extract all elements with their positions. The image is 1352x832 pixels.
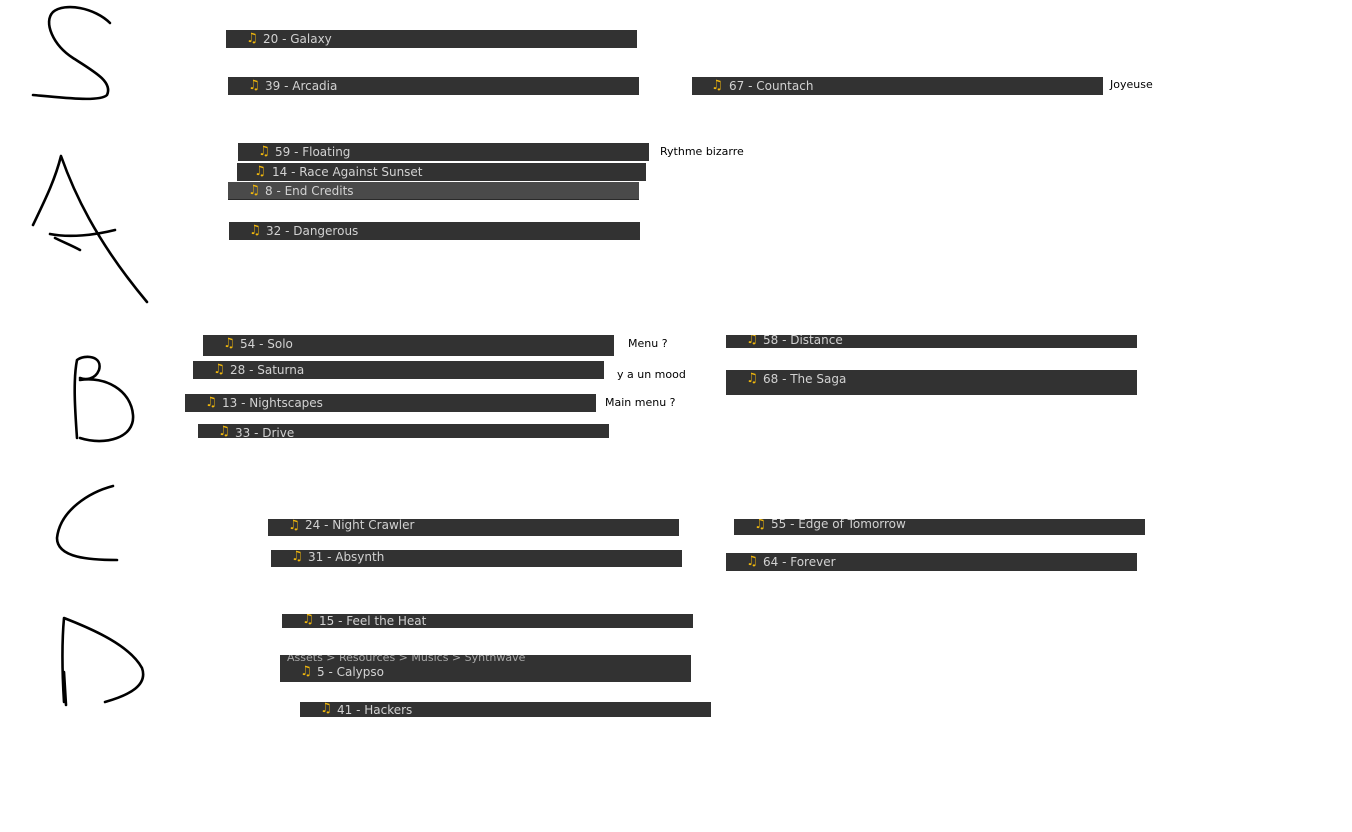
track-race-against-sunset[interactable]: ♫ 14 - Race Against Sunset [237,163,646,181]
music-note-icon: ♫ [300,664,312,679]
track-label: 64 - Forever [763,555,836,569]
track-saturna[interactable]: ♫ 28 - Saturna [193,361,604,379]
track-distance[interactable]: ♫ 58 - Distance [726,335,1137,348]
music-note-icon: ♫ [288,519,300,533]
track-label: 28 - Saturna [230,363,305,377]
track-label: 54 - Solo [240,337,293,351]
track-label: 58 - Distance [763,335,843,347]
music-note-icon: ♫ [320,702,332,716]
music-note-icon: ♫ [754,519,766,532]
track-label: 32 - Dangerous [266,224,359,238]
track-arcadia[interactable]: ♫ 39 - Arcadia [228,77,639,95]
track-label: 15 - Feel the Heat [319,614,427,628]
music-note-icon: ♫ [205,395,217,410]
track-feel-the-heat[interactable]: ♫ 15 - Feel the Heat [282,614,693,628]
track-galaxy[interactable]: ♫ 20 - Galaxy [226,30,637,48]
music-note-icon: ♫ [248,183,260,198]
music-note-icon: ♫ [746,371,758,386]
music-note-icon: ♫ [249,223,261,238]
annotation-rythme-bizarre: Rythme bizarre [660,145,744,158]
tier-letter-s [31,5,112,101]
tier-letter-d [61,616,145,707]
track-label: 59 - Floating [275,145,351,159]
track-floating[interactable]: ♫ 59 - Floating [238,143,649,161]
track-nightscapes[interactable]: ♫ 13 - Nightscapes [185,394,596,412]
track-forever[interactable]: ♫ 64 - Forever [726,553,1137,571]
music-note-icon: ♫ [254,164,266,179]
music-note-icon: ♫ [213,362,225,377]
track-label: 67 - Countach [729,79,814,93]
music-note-icon: ♫ [302,614,314,627]
track-label: 31 - Absynth [308,550,385,564]
track-edge-of-tomorrow[interactable]: ♫ 55 - Edge of Tomorrow [734,519,1145,535]
track-label: 14 - Race Against Sunset [272,165,423,179]
annotation-mood: y a un mood [617,368,686,381]
annotation-main-menu: Main menu ? [605,396,676,409]
track-the-saga[interactable]: ♫ 68 - The Saga [726,370,1137,395]
track-drive[interactable]: ♫ 33 - Drive [198,424,609,438]
track-label: 41 - Hackers [337,703,413,717]
music-note-icon: ♫ [291,550,303,564]
track-label: 33 - Drive [235,426,295,438]
annotation-menu: Menu ? [628,337,668,350]
tier-letter-a [31,154,149,304]
track-label: 55 - Edge of Tomorrow [771,519,906,531]
track-calypso[interactable]: Assets > Resources > Musics > Synthwave … [280,655,691,682]
music-note-icon: ♫ [246,31,258,46]
music-note-icon: ♫ [711,78,723,93]
track-dangerous[interactable]: ♫ 32 - Dangerous [229,222,640,240]
track-label: 24 - Night Crawler [305,519,415,532]
track-label: 5 - Calypso [317,665,384,679]
track-label: 20 - Galaxy [263,32,332,46]
music-note-icon: ♫ [223,336,235,351]
track-countach[interactable]: ♫ 67 - Countach [692,77,1103,95]
track-label: 39 - Arcadia [265,79,338,93]
music-note-icon: ♫ [248,78,260,93]
track-solo[interactable]: ♫ 54 - Solo [203,335,614,356]
tier-letter-b [73,355,135,443]
track-end-credits[interactable]: ♫ 8 - End Credits [228,182,639,200]
track-label: 8 - End Credits [265,184,354,198]
track-night-crawler[interactable]: ♫ 24 - Night Crawler [268,519,679,536]
track-hackers[interactable]: ♫ 41 - Hackers [300,702,711,717]
music-note-icon: ♫ [746,554,758,569]
tier-letter-c [55,484,119,562]
music-note-icon: ♫ [258,144,270,159]
track-absynth[interactable]: ♫ 31 - Absynth [271,550,682,567]
track-label: 68 - The Saga [763,372,847,386]
track-label: 13 - Nightscapes [222,396,323,410]
music-note-icon: ♫ [746,335,758,347]
music-note-icon: ♫ [218,424,230,439]
annotation-joyeuse: Joyeuse [1110,78,1153,91]
